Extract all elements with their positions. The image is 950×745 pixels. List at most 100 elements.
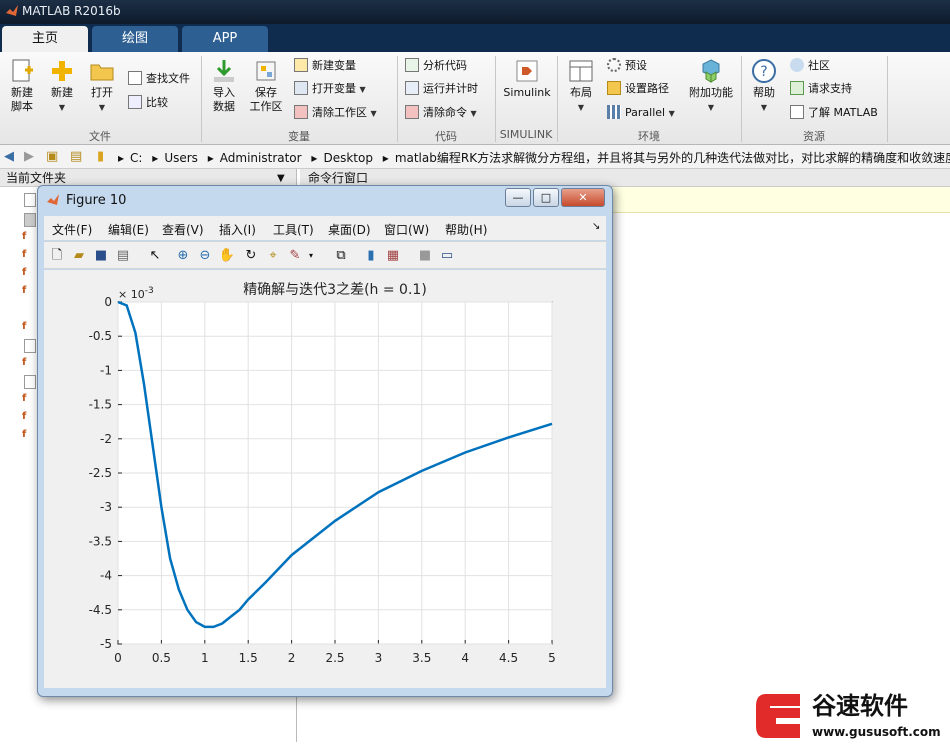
browse-folder-icon[interactable]: ▤ (70, 149, 82, 164)
layout-button[interactable]: 布局 ▼ (564, 58, 598, 115)
request-support-button[interactable]: 请求支持 (790, 80, 852, 98)
menu-dock-icon[interactable]: ↘ (592, 221, 600, 232)
open-label: 打开 (91, 86, 113, 99)
figure-title: Figure 10 (66, 193, 127, 208)
menu-edit[interactable]: 编辑(E) (108, 221, 149, 238)
svg-text:?: ? (760, 64, 767, 80)
community-button[interactable]: 社区 (790, 57, 830, 75)
m-file-icon[interactable]: f (22, 411, 36, 425)
parallel-button[interactable]: Parallel ▼ (607, 104, 675, 122)
brush-dropdown-icon[interactable]: ▾ (302, 247, 320, 265)
forward-icon[interactable]: ▶ (24, 149, 34, 164)
find-files-button[interactable]: 查找文件 (128, 70, 190, 88)
menu-help[interactable]: 帮助(H) (445, 221, 487, 238)
tab-plots[interactable]: 绘图 (92, 26, 178, 52)
file-icon[interactable] (24, 375, 36, 389)
help-button[interactable]: ? 帮助 ▼ (748, 58, 780, 115)
save-icon[interactable]: ■ (92, 247, 110, 265)
new-figure-icon[interactable]: 🗋 (48, 247, 66, 265)
analyze-code-icon (405, 58, 419, 72)
simulink-button[interactable]: Simulink (500, 58, 554, 100)
pan-icon[interactable]: ✋ (218, 247, 236, 265)
new-variable-button[interactable]: 新建变量 (294, 57, 356, 75)
print-icon[interactable]: ▤ (114, 247, 132, 265)
new-button[interactable]: 新建 ▼ (44, 58, 80, 115)
menu-desktop[interactable]: 桌面(D) (328, 221, 371, 238)
close-button[interactable]: ✕ (561, 188, 605, 207)
file-icon[interactable] (24, 339, 36, 353)
minimize-button[interactable]: — (505, 188, 531, 207)
x-tick-label: 0 (114, 651, 122, 665)
open-variable-button[interactable]: 打开变量 ▼ (294, 80, 366, 98)
open-file-icon[interactable]: ▰ (70, 247, 88, 265)
m-file-icon[interactable]: f (22, 429, 36, 443)
m-file-icon[interactable]: f (22, 249, 36, 263)
rotate-3d-icon[interactable]: ↻ (242, 247, 260, 265)
insert-colorbar-icon[interactable]: ▮ (362, 247, 380, 265)
new-variable-icon (294, 58, 308, 72)
analyze-code-button[interactable]: 分析代码 (405, 57, 467, 75)
breadcrumb-item[interactable]: Users (164, 151, 198, 165)
menu-view[interactable]: 查看(V) (162, 221, 204, 238)
file-icon[interactable] (24, 193, 36, 207)
layout-icon (569, 60, 593, 82)
link-plot-icon[interactable]: ⧉ (332, 247, 350, 265)
menu-insert[interactable]: 插入(I) (219, 221, 256, 238)
watermark-url: www.gususoft.com (812, 725, 941, 739)
breadcrumb-item[interactable]: Desktop (323, 151, 373, 165)
figure-window[interactable]: Figure 10 — □ ✕ 文件(F) 编辑(E) 查看(V) 插入(I) … (37, 185, 613, 697)
group-label-simulink: SIMULINK (499, 128, 553, 141)
data-cursor-icon[interactable]: ⌖ (264, 247, 282, 265)
tab-home[interactable]: 主页 (2, 26, 88, 52)
maximize-button[interactable]: □ (533, 188, 559, 207)
show-plot-tools-icon[interactable]: ▭ (438, 247, 456, 265)
clear-commands-label: 清除命令 (423, 106, 467, 119)
m-file-icon[interactable]: f (22, 393, 36, 407)
compare-button[interactable]: 比较 (128, 94, 168, 112)
add-ons-button[interactable]: 附加功能 ▼ (686, 58, 736, 115)
dropdown-arrow-icon: ▼ (577, 103, 585, 112)
command-window-title: 命令行窗口 (308, 171, 369, 185)
y-tick-label: -2 (100, 432, 112, 446)
m-file-icon[interactable]: f (22, 267, 36, 281)
add-ons-icon (702, 59, 720, 83)
clear-commands-button[interactable]: 清除命令 ▼ (405, 104, 477, 122)
file-icon[interactable] (24, 213, 36, 227)
dropdown-arrow-icon: ▼ (58, 103, 66, 112)
y-tick-label: -1 (100, 363, 112, 377)
open-button[interactable]: 打开 ▼ (84, 58, 120, 115)
line-chart[interactable]: 0 0.5 1 1.5 2 2.5 3 3.5 4 4.5 5 0 -0.5 -1 -1.5 -2 -2.5 -3… (44, 270, 606, 688)
m-file-icon[interactable]: f (22, 321, 36, 335)
community-label: 社区 (808, 59, 830, 72)
menu-window[interactable]: 窗口(W) (384, 221, 429, 238)
menu-file[interactable]: 文件(F) (52, 221, 92, 238)
new-script-button[interactable]: 新建 脚本 (4, 58, 40, 114)
clear-workspace-button[interactable]: 清除工作区 ▼ (294, 104, 377, 122)
breadcrumb-separator: ▸ (152, 151, 159, 165)
learn-matlab-button[interactable]: 了解 MATLAB (790, 104, 878, 122)
breadcrumb-item[interactable]: Administrator (220, 151, 302, 165)
breadcrumb-item[interactable]: matlab编程RK方法求解微分方程组，并且将其与另外的几种迭代法做对比，对比求… (395, 151, 950, 165)
help-icon: ? (752, 59, 776, 83)
new-script-icon (12, 59, 33, 82)
menu-tools[interactable]: 工具(T) (273, 221, 314, 238)
zoom-out-icon[interactable]: ⊖ (196, 247, 214, 265)
m-file-icon[interactable]: f (22, 231, 36, 245)
tab-apps[interactable]: APP (182, 26, 268, 52)
insert-legend-icon[interactable]: ▦ (384, 247, 402, 265)
back-icon[interactable]: ◀ (4, 149, 14, 164)
preferences-button[interactable]: 预设 (607, 57, 647, 75)
hide-plot-tools-icon[interactable]: ■ (416, 247, 434, 265)
m-file-icon[interactable]: f (22, 285, 36, 299)
import-data-button[interactable]: 导入 数据 (206, 58, 242, 114)
set-path-button[interactable]: 设置路径 (607, 80, 669, 98)
up-folder-icon[interactable]: ▣ (46, 149, 58, 164)
breadcrumb-item[interactable]: C: (130, 151, 142, 165)
m-file-icon[interactable]: f (22, 357, 36, 371)
save-workspace-button[interactable]: 保存 工作区 (246, 58, 286, 114)
run-and-time-button[interactable]: 运行并计时 (405, 80, 478, 98)
pointer-icon[interactable]: ↖ (146, 247, 164, 265)
folder-icon: ▮ (97, 149, 105, 164)
zoom-in-icon[interactable]: ⊕ (174, 247, 192, 265)
matlab-logo-icon (6, 5, 18, 16)
